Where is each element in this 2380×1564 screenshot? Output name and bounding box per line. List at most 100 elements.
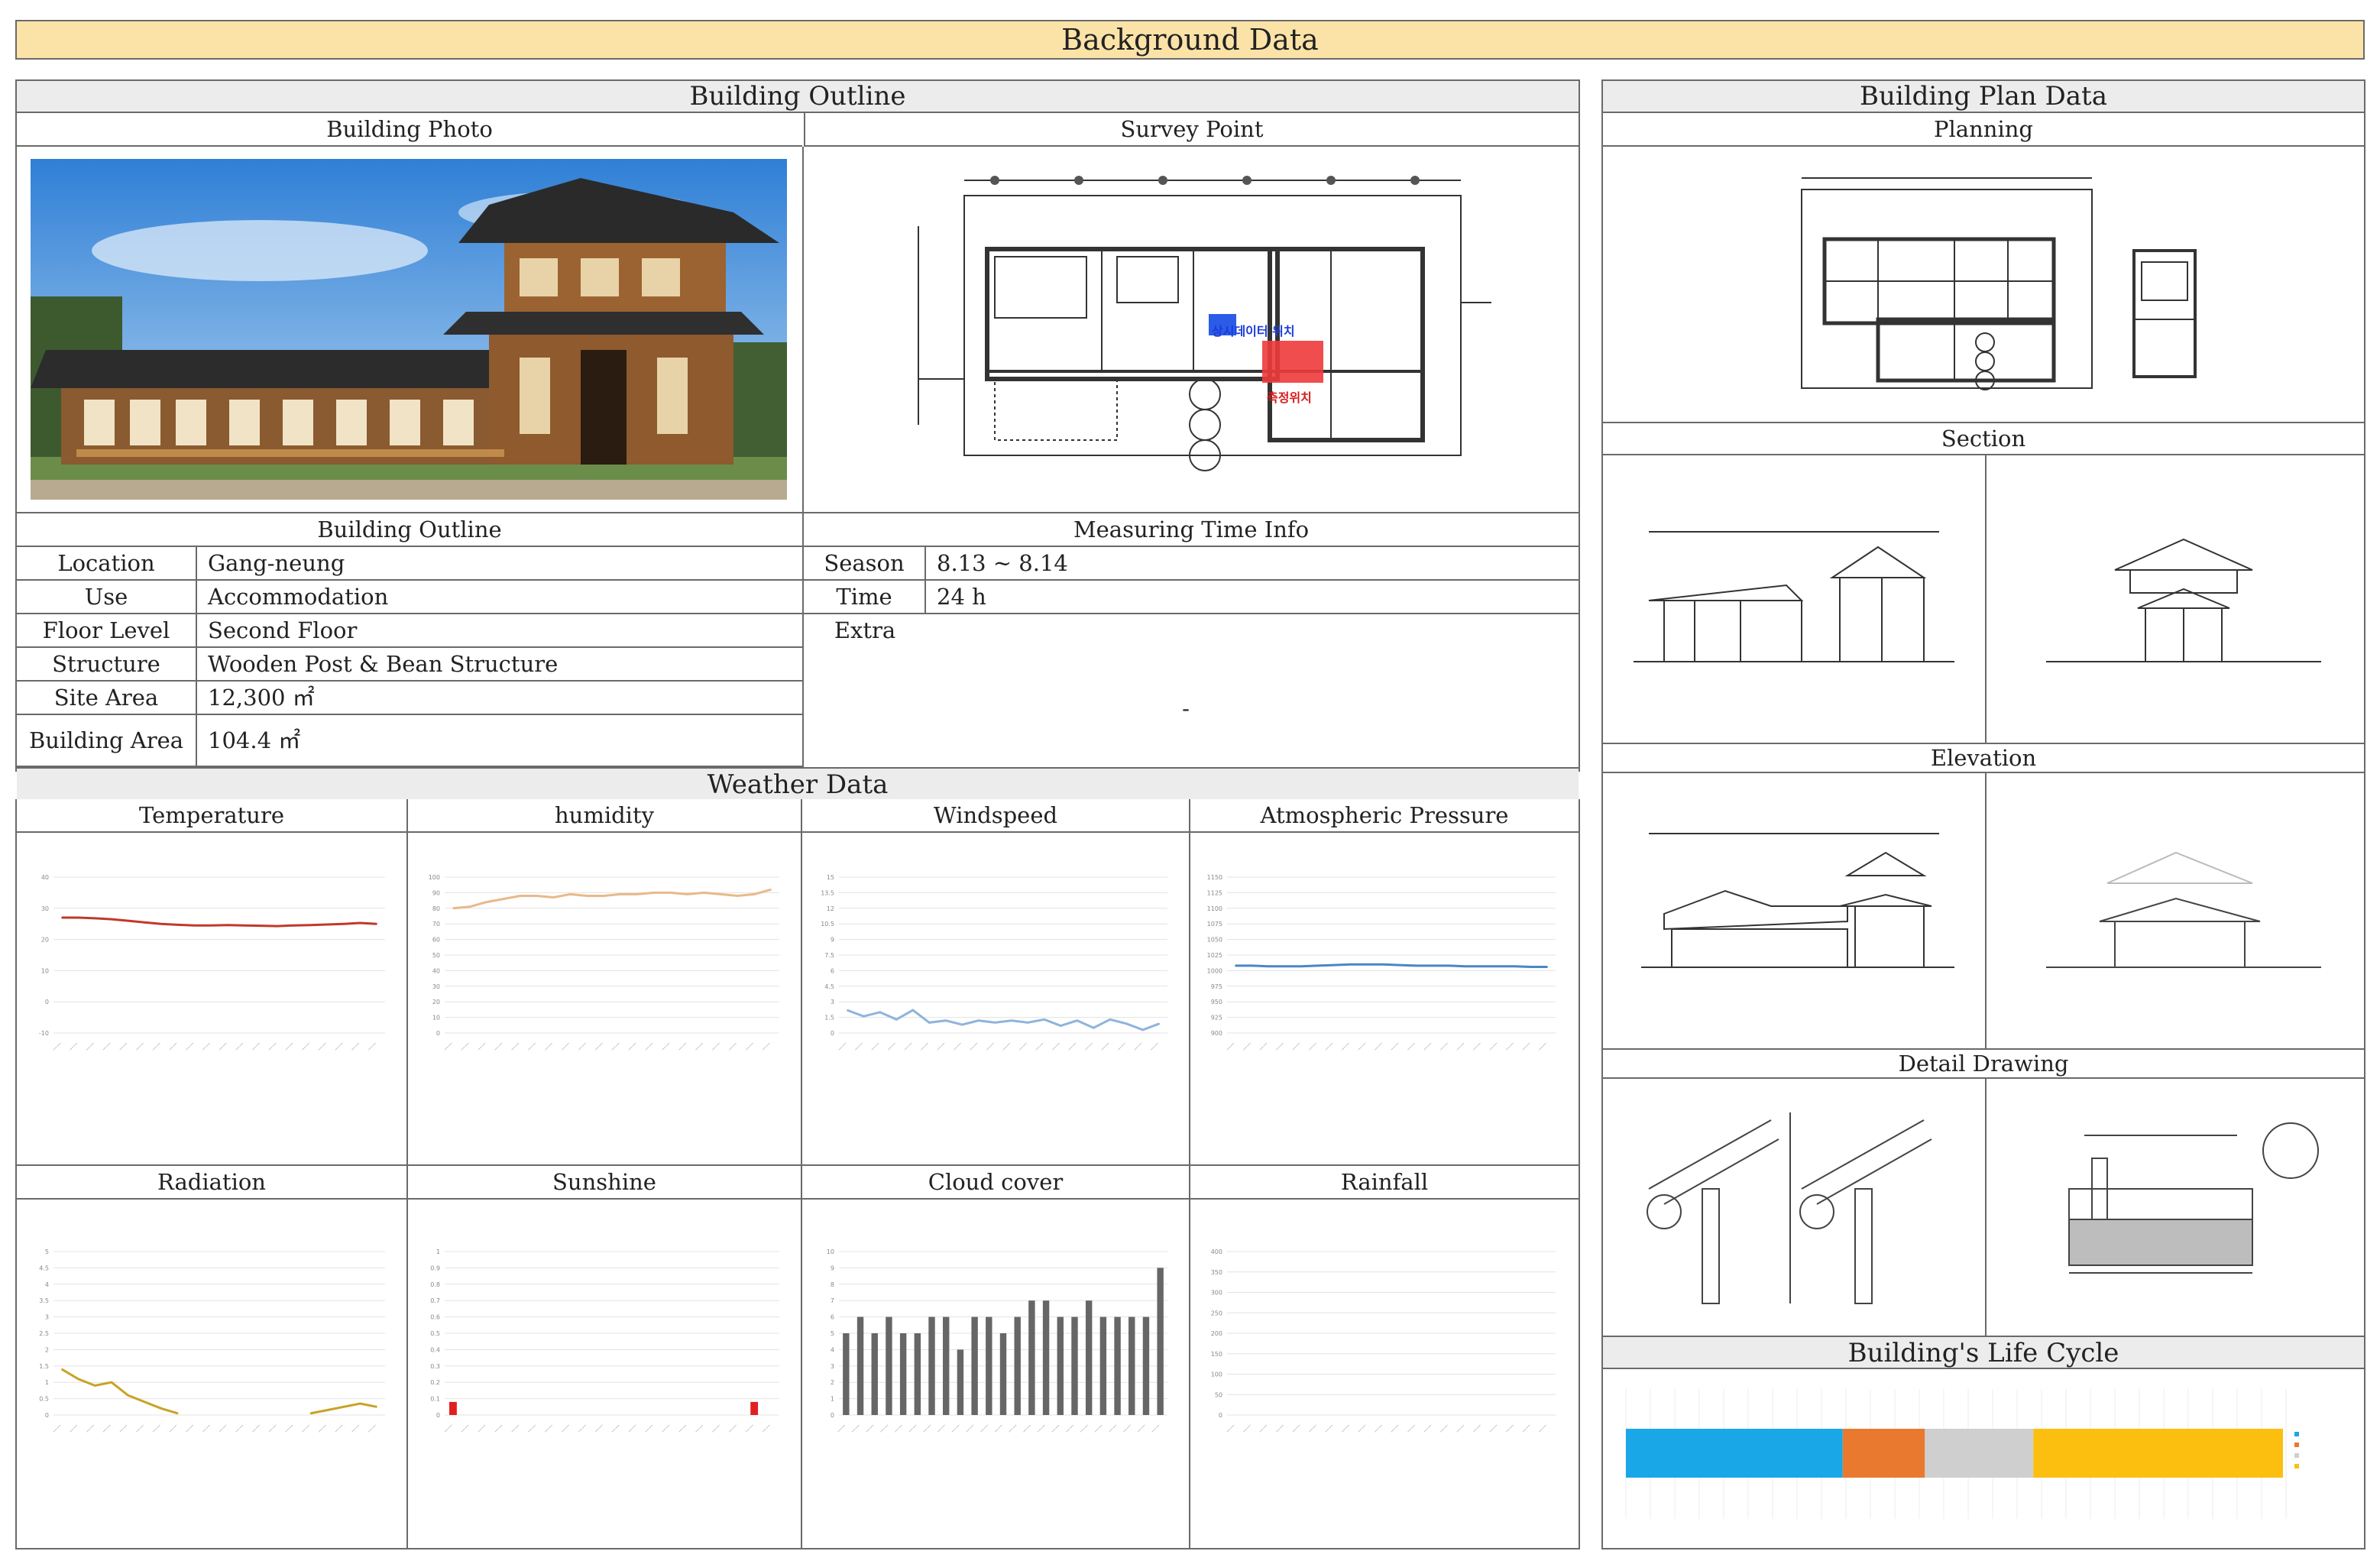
y-tick-label: 10 xyxy=(827,1248,834,1255)
y-tick-label: 0 xyxy=(45,999,49,1005)
y-tick-label: 6 xyxy=(831,967,834,974)
weather-chart-title: Temperature xyxy=(17,799,406,833)
data-point xyxy=(243,924,245,927)
x-tick-mark: —— xyxy=(1339,1423,1352,1435)
data-point xyxy=(1060,1025,1062,1027)
x-tick-mark: —— xyxy=(509,1041,521,1053)
y-tick-label: 12 xyxy=(827,905,834,912)
data-point xyxy=(1300,965,1302,967)
x-tick-mark: —— xyxy=(1083,1041,1095,1053)
data-point xyxy=(1415,965,1417,967)
bar xyxy=(1042,1300,1050,1415)
y-tick-label: 30 xyxy=(432,983,440,990)
data-point xyxy=(94,1384,96,1387)
y-tick-label: 13.5 xyxy=(821,889,834,896)
bar xyxy=(1157,1268,1164,1415)
x-tick-mark: —— xyxy=(660,1041,672,1053)
bar xyxy=(886,1316,892,1415)
x-tick-mark: —— xyxy=(835,1423,847,1435)
y-tick-label: 30 xyxy=(41,905,49,912)
x-tick-mark: —— xyxy=(935,1423,947,1435)
data-point xyxy=(1448,965,1450,967)
outline-row-label: Use xyxy=(17,581,197,614)
data-point xyxy=(342,1406,345,1408)
building-outline-panel: Building Outline Building Photo Survey P… xyxy=(15,79,1580,801)
x-tick-mark: —— xyxy=(963,1423,976,1435)
weather-chart-title: Cloud cover xyxy=(802,1166,1189,1200)
x-tick-mark: —— xyxy=(1536,1423,1549,1435)
y-tick-label: 3 xyxy=(831,999,834,1005)
data-point xyxy=(1481,965,1483,967)
y-tick-label: 60 xyxy=(432,937,440,944)
x-tick-mark: —— xyxy=(1135,1423,1148,1435)
data-point xyxy=(1398,964,1400,966)
bar xyxy=(1028,1300,1035,1415)
y-tick-label: 2 xyxy=(45,1346,49,1353)
x-tick-mark: —— xyxy=(1225,1423,1237,1435)
lifecycle-segment xyxy=(1925,1429,2034,1478)
x-tick-mark: —— xyxy=(250,1423,262,1435)
section-drawing-left xyxy=(1618,516,1970,700)
y-tick-label: 0 xyxy=(436,1412,440,1419)
y-tick-label: 6 xyxy=(831,1314,834,1321)
outline-row-value: Gang-neung xyxy=(197,547,802,581)
weather-chart: 403020100-10—— —— —— —— —— —— —— —— —— —— —— —— —— ——… xyxy=(39,874,385,1053)
x-tick-mark: —— xyxy=(1405,1041,1417,1053)
x-tick-mark: —— xyxy=(101,1041,113,1053)
weather-chart-title: Sunshine xyxy=(408,1166,801,1200)
x-tick-mark: —— xyxy=(892,1423,905,1435)
y-tick-label: 0.9 xyxy=(430,1264,440,1271)
data-point xyxy=(536,895,538,897)
data-point xyxy=(770,889,772,891)
bar xyxy=(1128,1316,1135,1415)
x-tick-mark: —— xyxy=(526,1423,538,1435)
y-tick-label: 0.4 xyxy=(430,1346,440,1353)
bar xyxy=(1099,1316,1107,1415)
data-point xyxy=(160,923,162,924)
data-point xyxy=(210,924,212,927)
x-tick-mark: —— xyxy=(1422,1423,1434,1435)
data-point xyxy=(652,892,655,894)
measure-row-label: Time xyxy=(804,581,926,614)
building-photo-label: Building Photo xyxy=(17,113,802,147)
data-point xyxy=(227,924,228,926)
y-tick-label: 5 xyxy=(45,1248,49,1255)
x-tick-mark: —— xyxy=(1001,1041,1013,1053)
y-tick-label: 2 xyxy=(831,1379,834,1386)
data-point xyxy=(309,924,312,926)
x-tick-mark: —— xyxy=(67,1423,79,1435)
y-tick-label: 80 xyxy=(432,905,440,912)
x-tick-mark: —— xyxy=(442,1041,455,1053)
x-tick-mark: —— xyxy=(1339,1041,1352,1053)
x-tick-mark: —— xyxy=(1389,1423,1401,1435)
bar xyxy=(943,1316,950,1415)
weather-cell: humidity 100 90 80 70 60 50 40 30 20 10 0 —— —— —— —— ——… xyxy=(408,799,802,1166)
x-tick-mark: —— xyxy=(134,1423,146,1435)
y-tick-label: 0 xyxy=(831,1412,834,1419)
weather-chart-title: Windspeed xyxy=(802,799,1189,833)
data-point xyxy=(176,924,179,926)
x-tick-mark: —— xyxy=(1372,1041,1384,1053)
data-point xyxy=(502,898,504,900)
y-tick-label: 0.5 xyxy=(39,1396,49,1403)
x-tick-mark: —— xyxy=(1067,1041,1079,1053)
data-point xyxy=(277,925,278,927)
data-point xyxy=(753,893,755,895)
x-tick-mark: —— xyxy=(459,1041,471,1053)
data-point xyxy=(703,892,705,894)
y-tick-label: 5 xyxy=(831,1330,834,1337)
x-tick-mark: —— xyxy=(710,1041,722,1053)
x-tick-mark: —— xyxy=(1536,1041,1549,1053)
x-tick-mark: —— xyxy=(1241,1041,1253,1053)
data-point xyxy=(944,1019,947,1022)
bar xyxy=(750,1401,759,1415)
x-tick-mark: —— xyxy=(593,1041,605,1053)
lifecycle-legend-swatch xyxy=(2294,1432,2299,1436)
x-tick-mark: —— xyxy=(267,1041,279,1053)
y-tick-label: 20 xyxy=(41,937,49,944)
data-point xyxy=(1514,965,1516,967)
x-tick-mark: —— xyxy=(542,1423,555,1435)
x-tick-mark: —— xyxy=(727,1041,739,1053)
weather-cell: Atmospheric Pressure 1150 1125 1100 1075 1050… xyxy=(1190,799,1579,1166)
data-point xyxy=(1267,965,1269,967)
